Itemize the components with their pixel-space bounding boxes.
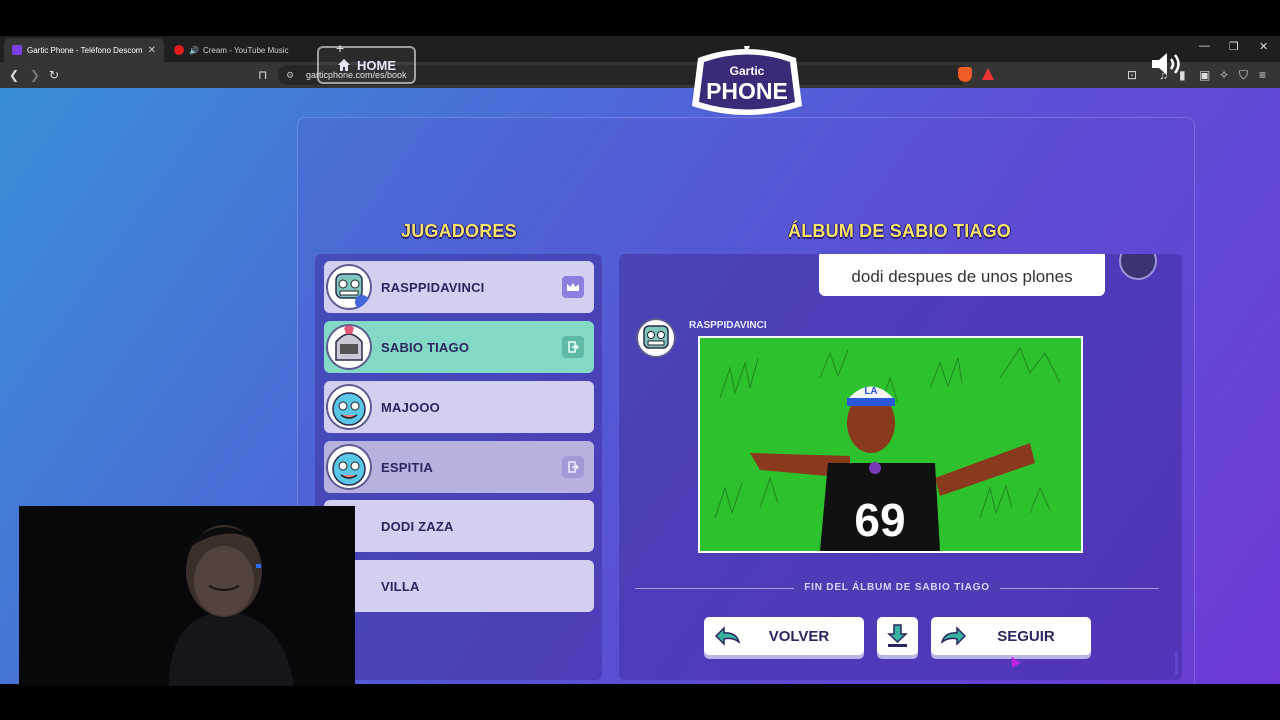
donut-avatar-icon [326, 444, 372, 490]
site-info-icon[interactable]: ⚙ [286, 70, 296, 80]
close-window-icon[interactable]: ✕ [1259, 40, 1268, 53]
brave-rewards-icon[interactable] [982, 68, 994, 80]
tab-title: Gartic Phone - Teléfono Descom [27, 45, 143, 55]
vpn-icon[interactable]: ⛉ [1239, 67, 1248, 83]
close-tab-icon[interactable]: ✕ [148, 45, 156, 56]
drawing-canvas: 69 LA [700, 338, 1081, 551]
download-button[interactable] [877, 617, 918, 655]
players-list: RASPPIDAVINCI SABIO TIAGO MAJOOO ESPITIA… [315, 254, 602, 680]
wallet-icon[interactable]: ▣ [1199, 67, 1210, 83]
previous-phrase-bubble: dodi despues de unos plones [819, 254, 1105, 296]
gartic-phone-logo: Gartic PHONE [692, 46, 802, 115]
knight-avatar-icon [326, 324, 372, 370]
player-name: RASPPIDAVINCI [381, 279, 485, 295]
back-icon[interactable]: ❮ [9, 67, 19, 83]
drawing-cap-text: LA [864, 386, 877, 397]
reload-icon[interactable]: ↻ [49, 67, 59, 83]
webcam-overlay [19, 506, 355, 686]
end-of-album-label: FIN DEL ÁLBUM DE SABIO TIAGO [619, 582, 1175, 593]
continue-button[interactable]: SEGUIR [931, 617, 1091, 655]
tab-gartic-phone[interactable]: Gartic Phone - Teléfono Descom ✕ [4, 38, 164, 62]
webcam-person [19, 506, 355, 686]
menu-icon[interactable]: ≡ [1259, 67, 1266, 83]
drawing-jersey-number: 69 [854, 494, 905, 546]
exit-icon [562, 456, 584, 478]
forward-arrow-icon [940, 626, 967, 646]
gartic-favicon-icon [12, 45, 22, 55]
player-name: DODI ZAZA [381, 518, 454, 534]
player-row-current[interactable]: SABIO TIAGO [324, 321, 594, 373]
back-arrow-icon [714, 626, 741, 646]
home-label: HOME [357, 57, 396, 73]
player-drawing: 69 LA [698, 336, 1083, 553]
players-heading: JUGADORES [401, 221, 517, 241]
tab-title: Cream - YouTube Music [202, 45, 289, 55]
player-row[interactable]: RASPPIDAVINCI [324, 261, 594, 313]
robot-avatar-icon [326, 264, 372, 310]
player-row[interactable]: DODI ZAZA [324, 500, 594, 552]
previous-phrase-text: dodi despues de unos plones [851, 267, 1073, 286]
donut-avatar-icon [326, 384, 372, 430]
player-name: VILLA [381, 578, 420, 594]
home-icon [338, 59, 350, 71]
crown-icon [562, 276, 584, 298]
forward-icon[interactable]: ❯ [30, 67, 40, 83]
youtube-music-favicon-icon [174, 45, 184, 55]
browser-toolbar: ❮ ❯ ↻ ⊓ ⚙ garticphone.com/es/book ⊡ ♫ ▮ … [0, 62, 1280, 88]
drawer-name: RASPPIDAVINCI [689, 320, 767, 331]
player-name: MAJOOO [381, 399, 440, 415]
sound-icon[interactable] [1150, 50, 1184, 78]
screenshot-icon[interactable]: ⊡ [1127, 67, 1137, 83]
album-heading: ÁLBUM DE SABIO TIAGO [788, 221, 1011, 241]
browser-tab-bar: Gartic Phone - Teléfono Descom ✕ 🔊 Cream… [0, 36, 1280, 62]
player-row[interactable]: VILLA [324, 560, 594, 612]
screen: Gartic Phone - Teléfono Descom ✕ 🔊 Cream… [0, 0, 1280, 720]
bookmark-icon[interactable]: ⊓ [258, 67, 267, 83]
speaker-playing-icon: 🔊 [189, 45, 199, 55]
maximize-icon[interactable]: ❐ [1229, 40, 1239, 53]
album-scrollbar[interactable] [1175, 651, 1178, 675]
brave-shields-icon[interactable] [958, 67, 972, 82]
player-row[interactable]: ESPITIA [324, 441, 594, 493]
home-button[interactable]: HOME [317, 46, 416, 84]
exit-icon [562, 336, 584, 358]
tab-youtube-music[interactable]: 🔊 Cream - YouTube Music [166, 38, 336, 62]
player-row[interactable]: MAJOOO [324, 381, 594, 433]
player-name: SABIO TIAGO [381, 339, 470, 355]
leo-ai-icon[interactable]: ✧ [1219, 67, 1229, 83]
player-name: ESPITIA [381, 459, 433, 475]
logo-line1: Gartic [730, 64, 765, 78]
minimize-icon[interactable]: — [1199, 40, 1210, 52]
logo-line2: PHONE [706, 78, 788, 104]
phrase-author-avatar [1119, 254, 1157, 280]
robot-avatar-icon [636, 318, 676, 358]
download-icon [887, 624, 908, 647]
back-button[interactable]: VOLVER [704, 617, 864, 655]
